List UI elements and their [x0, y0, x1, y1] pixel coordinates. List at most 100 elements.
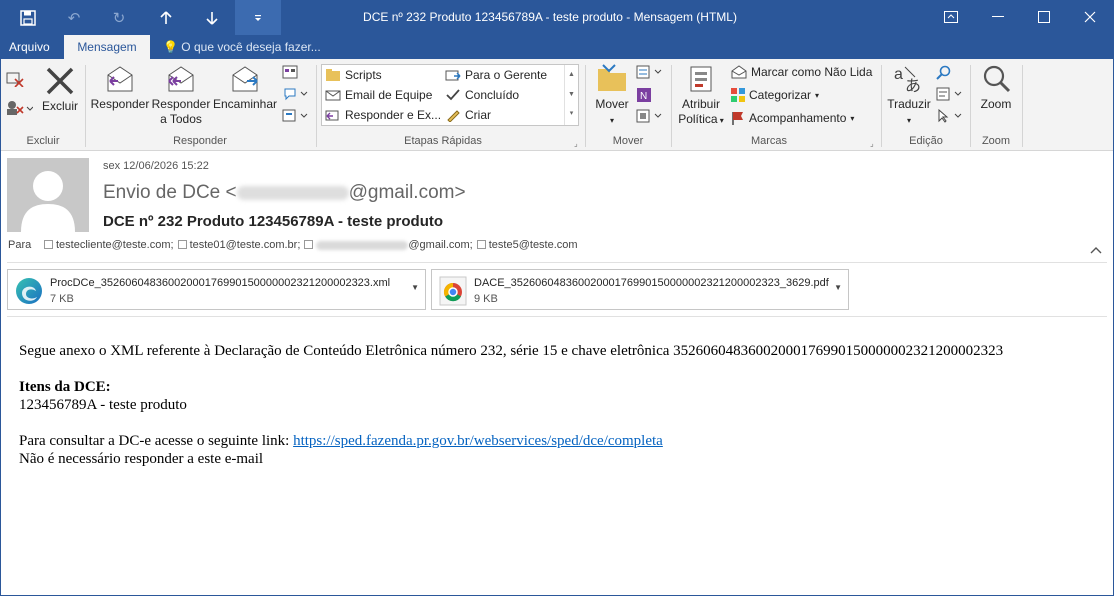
recipient[interactable]: teste01@teste.com.br; [177, 239, 300, 251]
close-icon[interactable] [1067, 0, 1113, 33]
attachment-xml[interactable]: ProcDCe_35260604836002000176990150000002… [7, 269, 426, 310]
ignore-icon[interactable] [5, 69, 25, 91]
translate-icon: aあ [894, 66, 921, 95]
marcar-nao-lida-button[interactable]: Marcar como Não Lida [731, 65, 872, 79]
responder-todos-label-1: Responder [151, 97, 211, 111]
responder-button[interactable]: Responder [90, 63, 150, 112]
acompanhamento-button[interactable]: Acompanhamento ▾ [731, 111, 854, 125]
chevron-down-icon: ▾ [717, 116, 724, 125]
zoom-button[interactable]: Zoom [976, 63, 1016, 112]
find-icon[interactable] [936, 65, 952, 85]
group-separator [85, 65, 86, 147]
mover-button[interactable]: Mover ▾ [590, 63, 634, 128]
dialog-launcher-icon[interactable]: ⌟ [870, 139, 874, 148]
body-no-reply: Não é necessário responder a este e-mail [19, 451, 264, 467]
chevron-down-icon: ▾ [609, 116, 614, 125]
quick-step-concluido[interactable]: Concluído [445, 88, 519, 102]
attachments-divider [7, 316, 1107, 317]
quick-step-criar[interactable]: Criar [445, 108, 491, 122]
arrow-up-icon[interactable] [144, 0, 188, 35]
atribuir-label-1: Atribuir [681, 97, 720, 111]
recipient-list: testecliente@teste.com; teste01@teste.co… [44, 239, 578, 251]
attachment-pdf[interactable]: DACE_35260604836002000176990150000002321… [431, 269, 849, 310]
undo-icon[interactable]: ↶ [52, 0, 96, 35]
group-separator [1022, 65, 1023, 147]
actions-icon[interactable] [636, 109, 662, 127]
create-icon [447, 110, 460, 122]
categorizar-button[interactable]: Categorizar ▾ [731, 88, 819, 102]
responder-todos-button[interactable]: Responder a Todos [151, 63, 211, 127]
scroll-up-icon[interactable]: ▲ [565, 65, 578, 85]
edge-icon [16, 278, 42, 304]
person-icon [21, 171, 75, 232]
group-separator [970, 65, 971, 147]
redo-icon[interactable]: ↻ [97, 0, 141, 35]
recipient[interactable]: @gmail.com; [304, 239, 473, 251]
ribbon-tabs: Arquivo Mensagem 💡 O que você deseja faz… [0, 35, 1114, 59]
header-divider [7, 262, 1107, 263]
body-intro: Segue anexo o XML referente à Declaração… [19, 343, 1004, 359]
to-label: Para [8, 239, 32, 251]
quick-step-email-de-equipe[interactable]: Email de Equipe [325, 88, 432, 102]
attachment-menu-icon[interactable]: ▼ [834, 283, 842, 292]
group-separator [881, 65, 882, 147]
encaminhar-button[interactable]: Encaminhar [212, 63, 278, 112]
collapse-header-icon[interactable] [1090, 243, 1102, 257]
zoom-group-label: Zoom [981, 135, 1011, 147]
reply-all-icon [168, 66, 194, 92]
save-icon[interactable] [6, 0, 50, 35]
recipient[interactable]: teste5@teste.com [476, 239, 578, 251]
lightbulb-icon: 💡 [163, 40, 178, 54]
quick-step-para-o-gerente[interactable]: Para o Gerente [445, 68, 547, 82]
gallery-expand-icon[interactable]: ▾ [565, 105, 578, 123]
quick-step-scripts[interactable]: Scripts [325, 68, 382, 82]
tab-mensagem[interactable]: Mensagem [64, 35, 150, 59]
attachment-name: ProcDCe_35260604836002000176990150000002… [50, 277, 391, 289]
meeting-reply-icon[interactable] [282, 65, 298, 83]
cleanup-icon[interactable] [5, 99, 34, 121]
quick-step-label: Email de Equipe [345, 88, 433, 102]
quick-step-label: Para o Gerente [465, 68, 548, 82]
tell-me-label: O que você deseja fazer... [181, 40, 321, 54]
redacted-email [316, 240, 409, 250]
atribuir-politica-button[interactable]: Atribuir Política ▾ [675, 63, 727, 128]
excluir-button[interactable]: Excluir [40, 65, 80, 114]
related-icon[interactable] [936, 87, 962, 105]
tab-arquivo[interactable]: Arquivo [0, 35, 59, 59]
contact-icon [476, 240, 486, 249]
customize-qat-icon[interactable] [235, 0, 281, 35]
maximize-icon[interactable] [1021, 0, 1067, 33]
team-mail-icon [325, 90, 341, 101]
categorize-icon [731, 88, 745, 102]
minimize-icon[interactable] [975, 0, 1021, 33]
body-consult-line: Para consultar a DC-e acesse o seguinte … [19, 432, 1099, 450]
traduzir-button[interactable]: aあ Traduzir ▾ [886, 63, 932, 128]
sender-domain: @gmail.com> [348, 182, 466, 203]
responder-group-label: Responder [173, 135, 227, 147]
scroll-down-icon[interactable]: ▼ [565, 85, 578, 105]
recipient[interactable]: testecliente@teste.com; [44, 239, 174, 251]
marcar-nao-lida-label: Marcar como Não Lida [751, 65, 873, 79]
select-icon[interactable] [936, 108, 962, 127]
more-respond-icon[interactable] [282, 109, 308, 127]
sender-name: Envio de DCe < [103, 182, 237, 203]
arrow-down-icon[interactable] [190, 0, 234, 35]
ribbon: Excluir Excluir Responder Responder a To… [0, 59, 1114, 151]
zoom-label: Zoom [980, 97, 1012, 111]
tell-me-search[interactable]: 💡 O que você deseja fazer... [163, 35, 321, 59]
consult-link[interactable]: https://sped.fazenda.pr.gov.br/webservic… [293, 433, 663, 449]
edicao-group-label: Edição [909, 135, 943, 147]
dialog-launcher-icon[interactable]: ⌟ [574, 139, 578, 148]
excluir-label: Excluir [41, 99, 78, 113]
quick-steps-scroll[interactable]: ▲ ▼ ▾ [564, 65, 578, 125]
group-separator [671, 65, 672, 147]
im-reply-icon[interactable] [282, 87, 308, 105]
attachment-name: DACE_35260604836002000176990150000002321… [474, 277, 829, 289]
ribbon-display-options-icon[interactable] [928, 0, 974, 33]
attachment-menu-icon[interactable]: ▼ [411, 283, 419, 292]
quick-step-responder-e-excluir[interactable]: Responder e Ex... [325, 108, 441, 122]
onenote-icon[interactable]: N [636, 87, 652, 107]
message-from[interactable]: Envio de DCe < @gmail.com> [103, 182, 466, 204]
rules-icon[interactable] [636, 65, 662, 83]
policy-icon [690, 66, 712, 92]
